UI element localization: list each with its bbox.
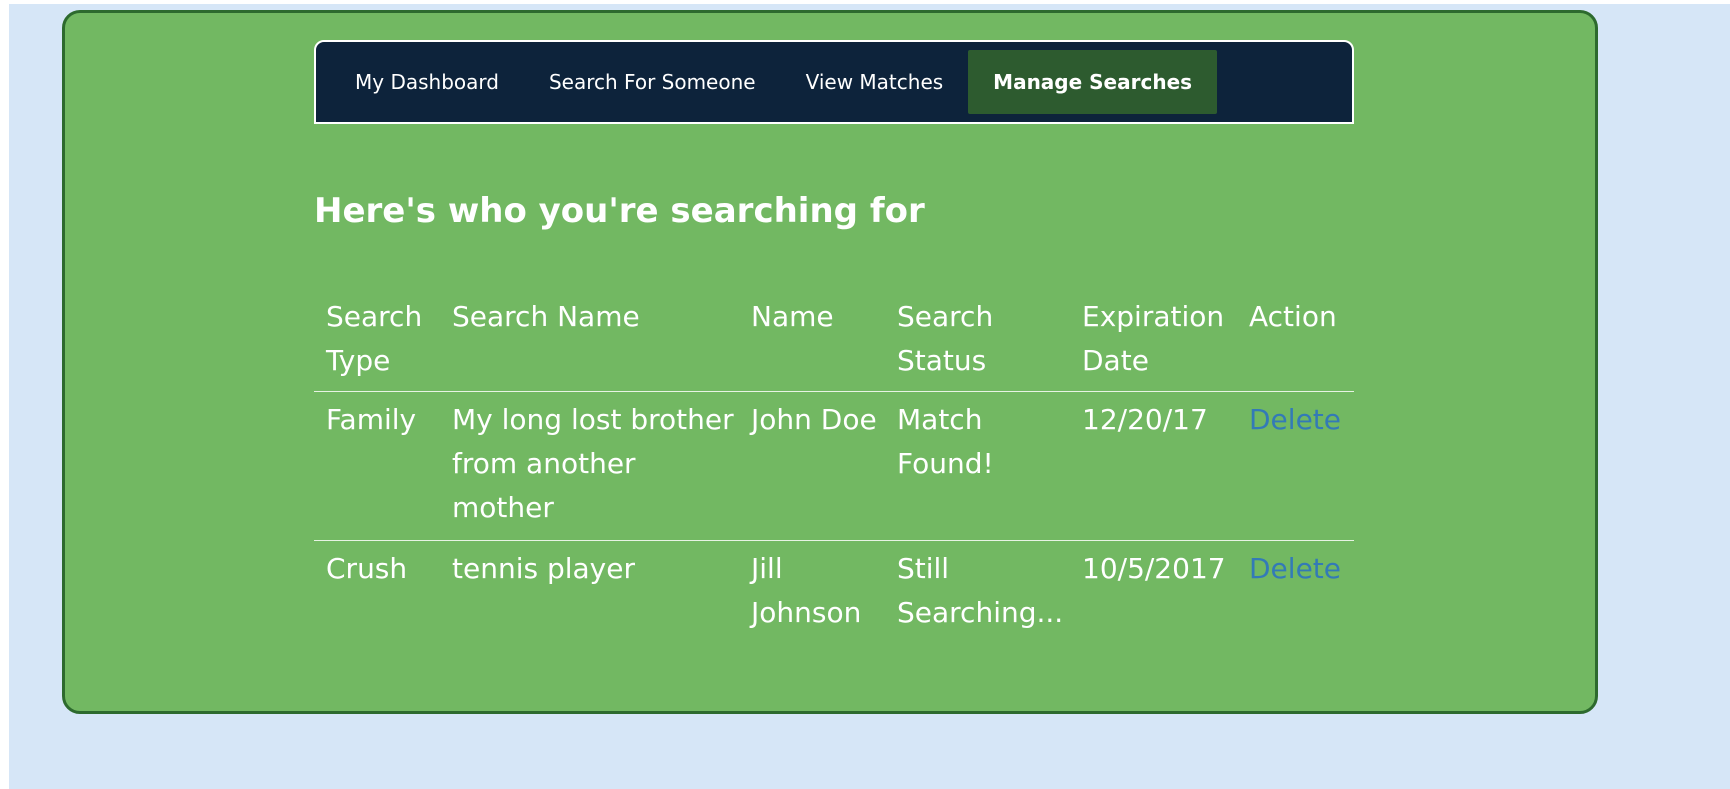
cell-name: John Doe [751,403,877,436]
main-nav: My Dashboard Search For Someone View Mat… [314,40,1354,124]
content-card: My Dashboard Search For Someone View Mat… [62,10,1598,714]
cell-name: Jill Johnson [751,552,862,629]
column-header-search-name: Search Name [452,300,640,333]
delete-link[interactable]: Delete [1249,403,1341,436]
column-header-name: Name [751,300,834,333]
page-title: Here's who you're searching for [314,191,925,231]
cell-search-status: Match Found! [897,403,994,480]
cell-search-status: Still Searching... [897,552,1064,629]
cell-expiration-date: 10/5/2017 [1082,552,1226,585]
nav-item-my-dashboard[interactable]: My Dashboard [330,50,524,114]
nav-item-manage-searches[interactable]: Manage Searches [968,50,1218,114]
cell-search-type: Crush [326,552,408,585]
cell-expiration-date: 12/20/17 [1082,403,1208,436]
table-row: Crush tennis player Jill Johnson Still S… [314,540,1354,646]
cell-search-name: tennis player [452,552,635,585]
column-header-search-status: Search Status [897,300,994,377]
nav-item-view-matches[interactable]: View Matches [781,50,969,114]
nav-item-search-for-someone[interactable]: Search For Someone [524,50,781,114]
cell-search-type: Family [326,403,417,436]
searches-table: Search Type Search Name Name Search Stat… [314,295,1354,645]
column-header-expiration-date: Expiration Date [1082,300,1225,377]
cell-action: Delete [1237,541,1354,646]
table-row: Family My long lost brother from another… [314,391,1354,541]
delete-link[interactable]: Delete [1249,552,1341,585]
column-header-search-type: Search Type [326,300,423,377]
cell-action: Delete [1237,392,1354,541]
column-header-action: Action [1249,300,1337,333]
table-header-row: Search Type Search Name Name Search Stat… [314,295,1354,392]
cell-search-name: My long lost brother from another mother [452,403,734,524]
